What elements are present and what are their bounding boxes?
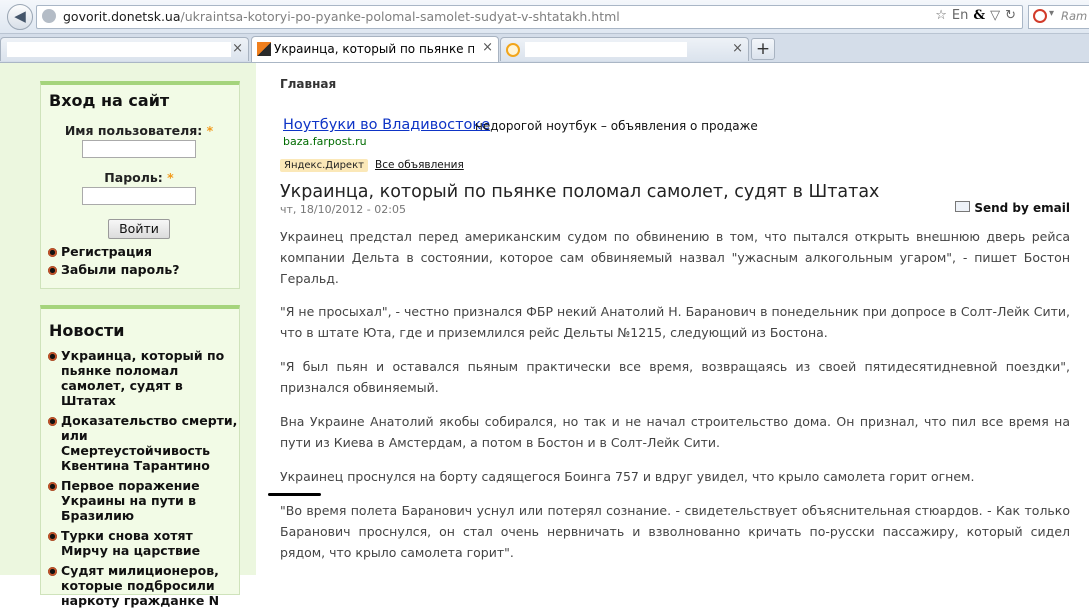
search-box[interactable]: ▾ Ram <box>1028 5 1089 29</box>
password-group: Пароль: * <box>41 170 237 205</box>
register-link[interactable]: Регистрация <box>45 244 180 259</box>
login-button-wrap: Войти <box>41 219 237 239</box>
news-item[interactable]: Первое поражение Украины на пути в Брази… <box>45 478 239 523</box>
tab-2-active[interactable]: Украинца, который по пьянке поло... × <box>251 36 499 62</box>
browser-toolbar: ◀ govorit.donetsk.ua/ukraintsa-kotoryi-p… <box>0 0 1089 34</box>
article-paragraph: Украинец предстал перед американским суд… <box>280 229 1070 286</box>
address-bar-icons: ☆ En & ▽ ↻ <box>930 8 1016 23</box>
reload-icon[interactable]: ↻ <box>1005 8 1016 23</box>
star-icon[interactable]: ☆ <box>935 8 947 23</box>
password-input[interactable] <box>82 187 196 205</box>
chevron-down-icon[interactable]: ▾ <box>1049 8 1054 19</box>
article-paragraph: "Во время полета Баранович уснул или пот… <box>280 503 1070 560</box>
news-item[interactable]: Украинца, который по пьянке поломал само… <box>45 348 239 408</box>
news-title: Новости <box>49 321 125 340</box>
bullet-icon <box>48 532 57 541</box>
article-paragraph: Украинец проснулся на борту садящегося Б… <box>280 469 975 484</box>
username-input[interactable] <box>82 140 196 158</box>
article-paragraph: "Я был пьян и оставался пьяным практичес… <box>280 359 1070 395</box>
close-icon[interactable]: × <box>232 41 243 56</box>
email-icon <box>955 201 971 212</box>
tab-3[interactable]: × <box>500 37 749 61</box>
close-icon[interactable]: × <box>482 40 493 55</box>
smiley-favicon-icon <box>506 43 520 57</box>
breadcrumb[interactable]: Главная <box>280 77 336 91</box>
article-title: Украинца, который по пьянке поломал само… <box>280 182 880 202</box>
ad-url[interactable]: baza.farpost.ru <box>283 135 367 148</box>
tab-bar: × Украинца, который по пьянке поло... × … <box>0 34 1089 63</box>
article-paragraph: "Я не просыхал", - честно признался ФБР … <box>280 304 1070 340</box>
yandex-direct-label[interactable]: Яндекс.Директ <box>280 159 368 172</box>
tab-1-blank-label <box>7 42 231 57</box>
bullet-icon <box>48 482 57 491</box>
username-group: Имя пользователя: * <box>41 123 237 158</box>
forgot-password-link[interactable]: Забыли пароль? <box>45 262 180 277</box>
news-block: Новости Украинца, который по пьянке поло… <box>40 305 240 608</box>
password-label: Пароль: <box>104 170 163 185</box>
login-block: Вход на сайт Имя пользователя: * Пароль:… <box>40 81 240 289</box>
news-item[interactable]: Турки снова хотят Мирчу на царствие <box>45 528 239 558</box>
bullet-icon <box>48 266 57 275</box>
search-hint: Ram <box>1061 9 1088 23</box>
globe-icon <box>42 9 56 23</box>
ampersand-icon[interactable]: & <box>973 8 985 23</box>
username-label: Имя пользователя: <box>64 123 203 138</box>
login-title: Вход на сайт <box>49 91 170 110</box>
all-ads-link[interactable]: Все объявления <box>375 159 464 171</box>
site-favicon-icon <box>257 42 271 56</box>
address-bar[interactable]: govorit.donetsk.ua/ukraintsa-kotoryi-po-… <box>36 5 1023 29</box>
url-text[interactable]: govorit.donetsk.ua/ukraintsa-kotoryi-po-… <box>63 9 620 24</box>
news-list: Украинца, который по пьянке поломал само… <box>45 348 239 608</box>
sidebar: Вход на сайт Имя пользователя: * Пароль:… <box>0 63 256 608</box>
new-tab-button[interactable]: + <box>751 38 775 60</box>
news-item[interactable]: Доказательство смерти, или Смертеустойчи… <box>45 413 239 473</box>
search-engine-logo-icon[interactable] <box>1033 9 1047 23</box>
close-icon[interactable]: × <box>732 41 743 56</box>
hand-drawn-underline <box>268 493 321 496</box>
login-button[interactable]: Войти <box>108 219 170 239</box>
tab-2-label: Украинца, который по пьянке поло... <box>274 42 474 56</box>
dropdown-arrow-icon[interactable]: ▽ <box>990 8 1000 23</box>
required-mark: * <box>206 123 214 138</box>
bullet-icon <box>48 248 57 257</box>
required-mark: * <box>167 170 174 185</box>
article-paragraph: Вна Украине Анатолий якобы собирался, но… <box>280 414 1070 450</box>
login-links: Регистрация Забыли пароль? <box>45 244 180 277</box>
bullet-icon <box>48 352 57 361</box>
article-date: чт, 18/10/2012 - 02:05 <box>280 203 406 216</box>
web-page: Вход на сайт Имя пользователя: * Пароль:… <box>0 63 1089 608</box>
news-item[interactable]: Судят милиционеров, которые подбросили н… <box>45 563 239 608</box>
lang-indicator[interactable]: En <box>952 8 968 23</box>
back-button[interactable]: ◀ <box>7 4 33 30</box>
bullet-icon <box>48 417 57 426</box>
send-by-email-link[interactable]: Send by email <box>955 201 1070 215</box>
ad-description: недорогой ноутбук – объявления о продаже <box>475 119 758 133</box>
tab-3-blank-label <box>525 42 687 57</box>
ad-title-link[interactable]: Ноутбуки во Владивостоке <box>283 117 490 133</box>
tab-1[interactable]: × <box>0 37 249 61</box>
